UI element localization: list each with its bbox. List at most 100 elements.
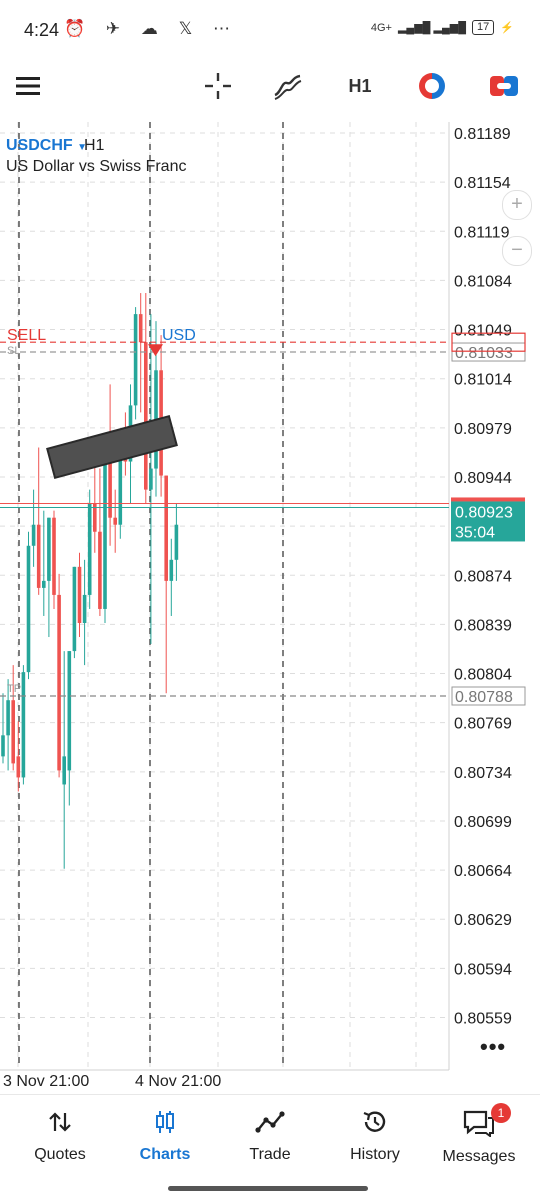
crosshair-button[interactable]	[200, 68, 236, 104]
more-options-button[interactable]: •••	[480, 1034, 506, 1060]
price-tick-label: 0.80559	[454, 1011, 512, 1028]
nav-quotes[interactable]: Quotes	[10, 1109, 110, 1164]
status-notification-icons: ⏰ ✈ ☁ 𝕏 ⋯	[64, 19, 238, 38]
timeframe-button[interactable]: H1	[342, 68, 378, 104]
nav-messages[interactable]: 1 Messages	[429, 1103, 529, 1166]
price-tick-label: 0.80804	[454, 667, 512, 684]
price-tick-label: 0.81189	[454, 126, 511, 143]
price-chart[interactable]: 0.81189 0.81154 0.81119 0.81084 0.81049 0.810…	[0, 122, 540, 1092]
take-profit-label: TP	[7, 683, 21, 695]
bottom-navigation: Quotes Charts Trade History 1 Messages	[0, 1094, 540, 1201]
price-tick-label: 0.80734	[454, 765, 512, 782]
nav-trade[interactable]: Trade	[220, 1109, 320, 1164]
price-tick-label: 0.81084	[454, 273, 512, 290]
price-tick-label: 0.80629	[454, 912, 512, 929]
nav-messages-label: Messages	[442, 1148, 516, 1165]
candle-body	[26, 545, 31, 673]
price-tick-label: 0.81119	[454, 224, 510, 241]
symbol-name: USDCHF	[6, 137, 73, 154]
candle-body	[52, 517, 56, 595]
chart-area[interactable]: 0.81189 0.81154 0.81119 0.81084 0.81049 0.810…	[0, 122, 540, 1092]
menu-button[interactable]	[12, 68, 44, 104]
candle-body	[174, 524, 179, 560]
chart-toolbar: H1	[0, 60, 540, 112]
current-price-label: 0.80923	[455, 504, 513, 521]
candle-body	[98, 531, 102, 609]
nav-history-label: History	[350, 1146, 400, 1163]
network-type-label: 4G+	[370, 21, 392, 34]
battery-icon: 17	[472, 20, 495, 35]
candle-body	[77, 566, 82, 623]
candle-body	[42, 580, 46, 588]
candle-body	[169, 559, 174, 581]
price-tick-label: 0.81154	[454, 175, 511, 192]
position-currency-label: USD	[162, 327, 196, 344]
price-tick-label: 0.80769	[454, 716, 512, 733]
bar-countdown-label: 35:04	[455, 524, 495, 541]
time-tick-label: 3 Nov 21:00	[3, 1073, 89, 1090]
candle-body	[113, 517, 117, 525]
nav-charts[interactable]: Charts	[115, 1109, 215, 1164]
candle-body	[133, 314, 138, 406]
status-time: 4:24	[24, 20, 60, 40]
status-bar: 4:24 ⏰ ✈ ☁ 𝕏 ⋯ 4G+ ▂▄▆█ ▂▄▆█ 17 ⚡	[0, 0, 540, 60]
crosshair-icon	[205, 73, 231, 99]
nav-quotes-label: Quotes	[34, 1146, 86, 1163]
take-profit-price-label: 0.80788	[455, 689, 513, 706]
stop-loss-price-label: 0.81033	[455, 345, 513, 362]
home-indicator	[168, 1186, 368, 1191]
candle-body	[72, 566, 77, 652]
candle-body	[36, 524, 41, 588]
buy-sell-circle-icon	[419, 73, 445, 99]
candle-body	[16, 756, 21, 778]
price-tick-label: 0.80944	[454, 470, 512, 487]
price-tick-label: 0.80839	[454, 617, 512, 634]
signal-icon: ▂▄▆█ ▂▄▆█	[397, 22, 467, 34]
nav-history[interactable]: History	[325, 1109, 425, 1164]
candle-body	[103, 454, 107, 609]
candle-body	[1, 735, 5, 757]
candle-body	[138, 314, 143, 343]
candle-body	[149, 468, 153, 490]
sell-label: SELL	[7, 327, 46, 344]
hamburger-icon	[16, 77, 40, 95]
indicators-button[interactable]	[270, 68, 306, 104]
candle-body	[31, 524, 36, 546]
price-tick-label: 0.81049	[454, 323, 512, 340]
candle-body	[67, 651, 72, 771]
symbol-selector[interactable]: USDCHF ▼	[6, 137, 87, 155]
nav-charts-label: Charts	[139, 1146, 191, 1163]
time-tick-label: 4 Nov 21:00	[135, 1073, 221, 1090]
charging-icon: ⚡	[500, 22, 514, 34]
status-right: 4G+ ▂▄▆█ ▂▄▆█ 17 ⚡	[371, 20, 514, 35]
price-tick-label: 0.80874	[454, 568, 512, 585]
candle-body	[144, 342, 148, 490]
symbol-description: US Dollar vs Swiss Franc	[6, 158, 187, 175]
trade-line-icon	[255, 1111, 285, 1133]
price-tick-label: 0.80664	[454, 863, 512, 880]
candle-body	[47, 517, 51, 581]
trade-panel-button[interactable]	[414, 68, 450, 104]
candle-body	[87, 503, 92, 595]
zoom-out-button[interactable]: −	[502, 236, 532, 266]
candlestick-chart-icon	[156, 1111, 174, 1133]
history-clock-icon	[363, 1111, 386, 1132]
candle-body	[82, 594, 87, 623]
position-drag-handle[interactable]	[46, 414, 178, 480]
candle-body	[6, 700, 10, 736]
candle-body	[62, 756, 66, 785]
price-tick-label: 0.80594	[454, 961, 512, 978]
price-tick-label: 0.80699	[454, 814, 512, 831]
quotes-arrows-icon	[49, 1112, 71, 1132]
candle-body	[21, 672, 26, 778]
candle-body	[57, 594, 61, 771]
candle-body	[164, 475, 168, 581]
one-click-trading-icon	[490, 76, 518, 96]
one-click-trading-button[interactable]	[486, 68, 522, 104]
price-tick-label: 0.81014	[454, 372, 512, 389]
indicators-icon	[274, 74, 302, 100]
messages-badge: 1	[491, 1103, 511, 1123]
nav-trade-label: Trade	[249, 1146, 291, 1163]
zoom-in-button[interactable]: +	[502, 190, 532, 220]
chart-timeframe-label: H1	[84, 137, 105, 154]
